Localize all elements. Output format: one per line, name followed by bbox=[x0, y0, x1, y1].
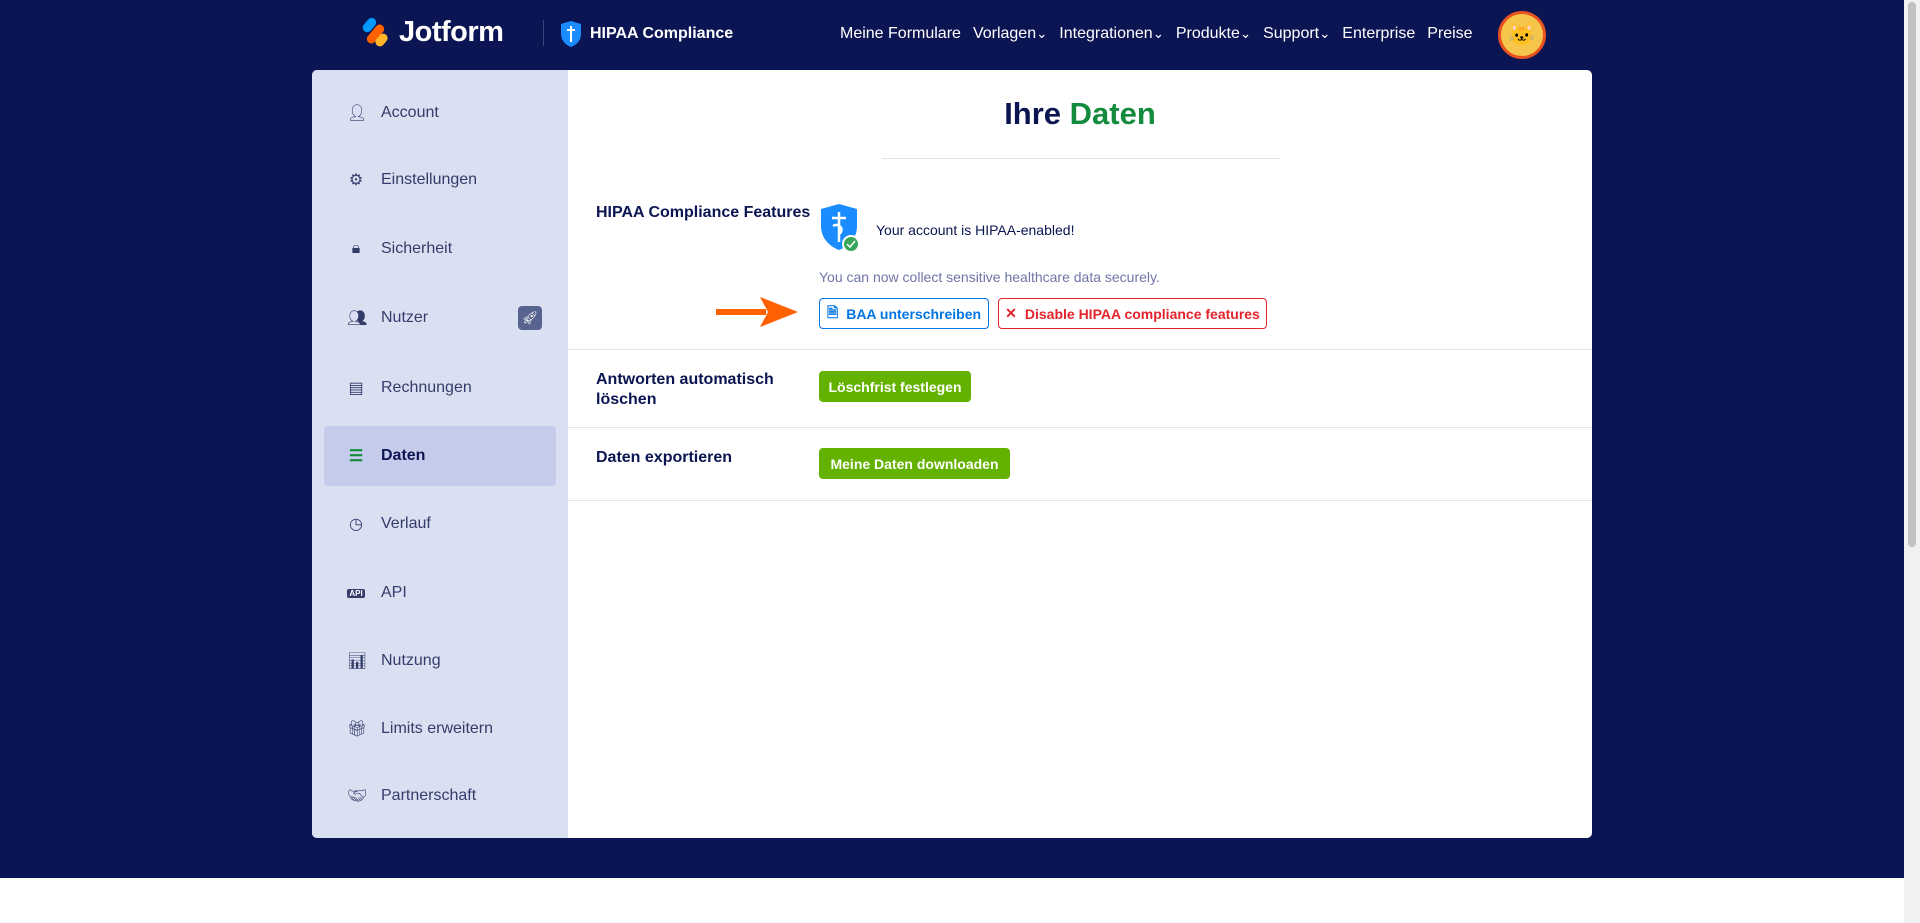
header-divider bbox=[543, 20, 544, 46]
download-data-button[interactable]: Meine Daten downloaden bbox=[819, 448, 1010, 479]
nav-integrationen[interactable]: Integrationen⌄ bbox=[1059, 25, 1164, 43]
handshake-icon: 🤝︎ bbox=[347, 788, 368, 805]
auto-delete-label: Antworten automatisch löschen bbox=[596, 371, 774, 408]
sidebar-item-nutzung[interactable]: 📊︎ Nutzung bbox=[324, 631, 556, 691]
hipaa-subtext: You can now collect sensitive healthcare… bbox=[819, 269, 1160, 285]
chevron-down-icon: ⌄ bbox=[1239, 26, 1252, 41]
document-icon: 🗎︎ bbox=[826, 303, 839, 320]
nav-enterprise[interactable]: Enterprise bbox=[1342, 25, 1415, 43]
jotform-logo[interactable]: Jotform bbox=[359, 15, 504, 49]
rocket-icon: 🚀︎ bbox=[518, 306, 542, 330]
arrow-right-icon bbox=[716, 297, 798, 327]
bar-chart-icon: 📊︎ bbox=[347, 653, 368, 670]
nav-label: Produkte bbox=[1175, 25, 1240, 42]
scrollbar-thumb[interactable] bbox=[1908, 2, 1916, 547]
api-icon: API bbox=[347, 588, 365, 598]
gift-icon: 🎁︎ bbox=[347, 721, 368, 738]
button-label: BAA unterschreiben bbox=[846, 305, 982, 322]
sidebar-item-label: Nutzer bbox=[381, 309, 429, 326]
hipaa-status: Your account is HIPAA-enabled! bbox=[876, 222, 1075, 238]
sidebar-item-label: Einstellungen bbox=[381, 171, 478, 188]
sidebar-item-label: Daten bbox=[381, 447, 426, 464]
sidebar-item-label: Nutzung bbox=[381, 652, 441, 669]
sidebar-item-label: Partnerschaft bbox=[381, 787, 477, 804]
title-part1: Ihre bbox=[1004, 96, 1062, 131]
main-nav: Meine Formulare Vorlagen⌄ Integrationen⌄… bbox=[840, 25, 1473, 43]
users-icon: 👥︎ bbox=[347, 310, 368, 327]
user-avatar[interactable]: 🐱 bbox=[1498, 11, 1546, 59]
row-divider bbox=[568, 427, 1592, 428]
sidebar-item-nutzer[interactable]: 👥︎ Nutzer 🚀︎ bbox=[324, 288, 556, 348]
close-icon: ✕ bbox=[1005, 305, 1017, 321]
account-panel: 👤︎ Account ⚙ Einstellungen 🔒︎ Sicherheit 👥︎… bbox=[312, 70, 1592, 838]
jotform-logo-icon bbox=[359, 15, 390, 49]
row-divider bbox=[568, 500, 1592, 501]
database-icon: ☰ bbox=[348, 448, 364, 465]
gear-icon: ⚙ bbox=[348, 172, 364, 189]
sidebar-item-label: Verlauf bbox=[381, 515, 431, 532]
nav-label: Support bbox=[1263, 25, 1320, 42]
nav-vorlagen[interactable]: Vorlagen⌄ bbox=[973, 25, 1047, 43]
hipaa-shield-check-icon bbox=[821, 204, 860, 253]
page-title: Ihre Daten bbox=[568, 96, 1592, 132]
disable-hipaa-button[interactable]: ✕ Disable HIPAA compliance features bbox=[998, 298, 1267, 329]
history-icon: ◷ bbox=[349, 516, 363, 533]
nav-meine-formulare[interactable]: Meine Formulare bbox=[840, 25, 961, 43]
sidebar-item-sicherheit[interactable]: 🔒︎ Sicherheit bbox=[324, 219, 556, 279]
hipaa-features-label: HIPAA Compliance Features bbox=[596, 204, 811, 221]
hipaa-label: HIPAA Compliance bbox=[590, 25, 734, 42]
sidebar-item-label: Sicherheit bbox=[381, 240, 453, 257]
button-label: Disable HIPAA compliance features bbox=[1024, 305, 1260, 322]
sidebar-item-limits-erweitern[interactable]: 🎁︎ Limits erweitern bbox=[324, 699, 556, 759]
invoice-icon: ▤ bbox=[348, 380, 364, 397]
sidebar-item-account[interactable]: 👤︎ Account bbox=[324, 83, 556, 143]
chevron-down-icon: ⌄ bbox=[1036, 26, 1048, 41]
export-label: Daten exportieren bbox=[596, 449, 733, 466]
sidebar-item-einstellungen[interactable]: ⚙ Einstellungen bbox=[324, 150, 556, 210]
chevron-down-icon: ⌄ bbox=[1319, 26, 1331, 41]
title-divider bbox=[882, 158, 1280, 159]
sidebar-item-label: Account bbox=[381, 104, 439, 121]
sidebar-item-daten[interactable]: ☰ Daten bbox=[324, 426, 556, 486]
row-divider bbox=[568, 349, 1592, 350]
lock-icon: 🔒︎ bbox=[351, 240, 361, 257]
sidebar-item-label: Rechnungen bbox=[381, 379, 472, 396]
sidebar-item-label: API bbox=[381, 584, 407, 601]
sidebar-item-verlauf[interactable]: ◷ Verlauf bbox=[324, 494, 556, 554]
sign-baa-button[interactable]: 🗎︎ BAA unterschreiben bbox=[819, 298, 989, 329]
title-part2: Daten bbox=[1069, 96, 1156, 131]
hipaa-shield-icon bbox=[561, 21, 581, 47]
nav-label: Vorlagen bbox=[972, 25, 1037, 42]
chevron-down-icon: ⌄ bbox=[1152, 26, 1164, 41]
nav-preise[interactable]: Preise bbox=[1427, 25, 1472, 43]
sidebar-item-label: Limits erweitern bbox=[381, 720, 494, 737]
hipaa-compliance-link[interactable]: HIPAA Compliance bbox=[560, 20, 733, 48]
set-retention-button[interactable]: Löschfrist festlegen bbox=[819, 371, 971, 402]
nav-support[interactable]: Support⌄ bbox=[1263, 25, 1330, 43]
sidebar-item-rechnungen[interactable]: ▤ Rechnungen bbox=[324, 358, 556, 418]
sidebar: 👤︎ Account ⚙ Einstellungen 🔒︎ Sicherheit 👥︎… bbox=[312, 70, 568, 838]
scrollbar[interactable] bbox=[1904, 0, 1920, 923]
sidebar-item-partnerschaft[interactable]: 🤝︎ Partnerschaft bbox=[324, 766, 556, 826]
brand-name: Jotform bbox=[399, 16, 504, 48]
nav-label: Integrationen bbox=[1059, 25, 1153, 42]
user-icon: 👤︎ bbox=[347, 105, 368, 122]
nav-produkte[interactable]: Produkte⌄ bbox=[1176, 25, 1251, 43]
sidebar-item-api[interactable]: API API bbox=[324, 563, 556, 623]
